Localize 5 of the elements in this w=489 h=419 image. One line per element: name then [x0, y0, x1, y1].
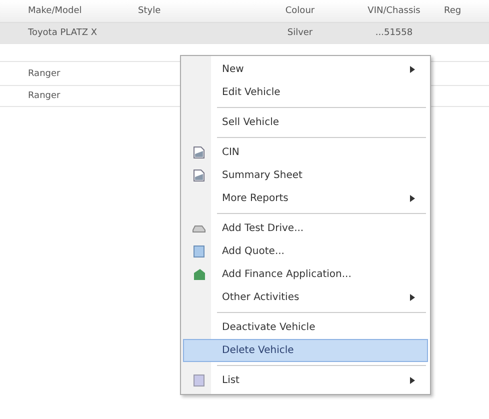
table-cell-text: Ranger: [28, 68, 62, 78]
table-cell-text: ...51558: [374, 28, 414, 38]
table-cell-text: Ranger: [28, 91, 62, 101]
table-cell-text: Toyota PLATZ X: [28, 28, 98, 38]
table-cell-text: Silver: [286, 28, 314, 38]
